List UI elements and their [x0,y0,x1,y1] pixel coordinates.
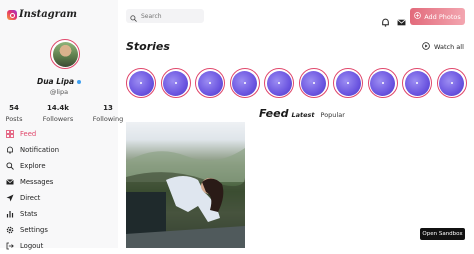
side-menu: Feed Notification Explore Messages Direc… [6,126,59,254]
avatar[interactable] [50,39,80,69]
top-bar: Add Photos [118,0,474,34]
sidebar: Instagram Dua Lipa @lipa 54 Posts 14.4k … [0,0,123,250]
bell-icon [6,146,14,154]
search-box[interactable] [126,9,204,23]
menu-item-settings[interactable]: Settings [6,222,59,238]
mail-icon [6,178,14,186]
menu-item-notification[interactable]: Notification [6,142,59,158]
tab-popular[interactable]: Popular [321,111,345,119]
stat-following: 13 Following [92,104,124,123]
menu-label: Direct [20,194,41,202]
menu-item-direct[interactable]: Direct [6,190,59,206]
menu-label: Notification [20,146,59,154]
logo-text: Instagram [19,9,77,20]
tab-latest[interactable]: Latest [291,111,314,119]
post-photo [126,148,245,248]
logout-icon [6,242,14,250]
feed-post-image[interactable] [126,122,245,248]
menu-item-messages[interactable]: Messages [6,174,59,190]
feed-header: Feed Latest Popular [259,107,345,120]
open-sandbox-button[interactable]: Open Sandbox [420,228,465,240]
menu-label: Feed [20,130,37,138]
profile-name: Dua Lipa [0,77,118,86]
story-item[interactable] [126,68,156,98]
search-input[interactable] [137,12,201,20]
story-item[interactable] [402,68,432,98]
story-item[interactable] [436,68,467,98]
story-item[interactable] [160,68,191,98]
grid-icon [6,130,14,138]
profile-handle: @lipa [49,88,69,96]
menu-label: Stats [20,210,38,218]
verified-icon [77,80,82,84]
menu-label: Logout [20,242,44,250]
add-photos-label: Add Photos [424,12,461,21]
add-photos-button[interactable]: Add Photos [410,8,465,25]
stats-icon [6,210,14,218]
story-item[interactable] [367,68,398,98]
menu-item-logout[interactable]: Logout [6,238,59,254]
menu-label: Messages [20,178,54,186]
story-item[interactable] [333,68,363,98]
gear-icon [6,226,14,234]
plus-circle-icon [414,12,422,21]
menu-item-feed[interactable]: Feed [6,126,59,142]
story-item[interactable] [195,68,225,98]
watch-all-button[interactable]: Watch all [422,42,464,52]
logo[interactable]: Instagram [7,9,77,20]
stat-posts: 54 Posts [5,104,23,123]
menu-item-stats[interactable]: Stats [6,206,59,222]
search-icon [130,7,137,26]
menu-label: Explore [20,162,46,170]
notification-bell-icon[interactable] [381,12,390,31]
menu-item-explore[interactable]: Explore [6,158,59,174]
watch-all-label: Watch all [434,43,464,51]
stat-followers: 14.4k Followers [42,104,74,123]
messages-mail-icon[interactable] [397,12,406,31]
story-item[interactable] [229,68,260,98]
feed-title: Feed [259,107,289,120]
search-icon [6,162,14,170]
menu-label: Settings [20,226,48,234]
stories-title: Stories [126,40,170,53]
send-icon [6,194,14,202]
story-item[interactable] [264,68,294,98]
instagram-icon [7,9,17,20]
play-circle-icon [422,42,430,52]
story-item[interactable] [298,68,329,98]
